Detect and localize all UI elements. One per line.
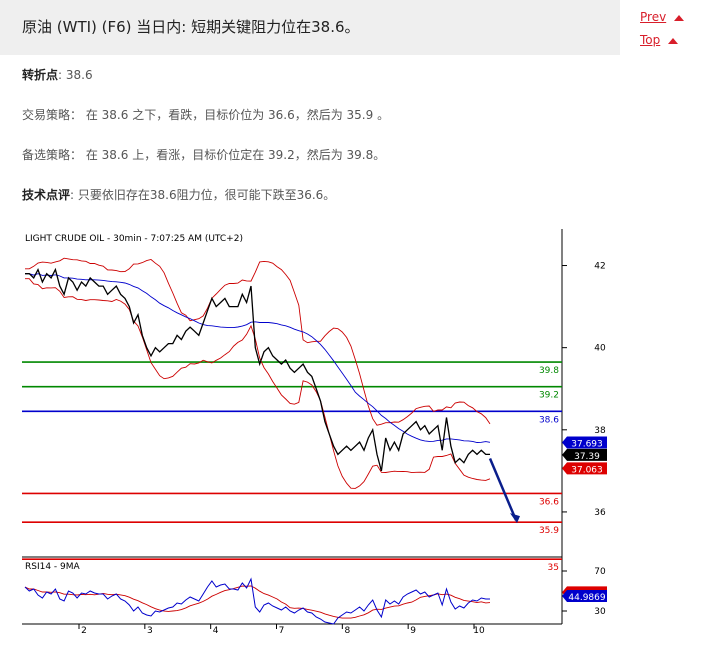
price-tag: 37.693 [562, 436, 607, 450]
alt-strategy-label: 备选策略： [22, 148, 83, 162]
y-tick-label: 42 [594, 262, 605, 272]
up-arrow-icon [668, 37, 679, 44]
prev-link[interactable]: Prev [640, 10, 685, 24]
comment-label: 技术点评 [22, 188, 71, 202]
top-label: Top [640, 33, 661, 47]
prev-label: Prev [640, 10, 667, 24]
up-arrow-icon [674, 14, 685, 21]
x-tick-label: 3 [147, 626, 153, 636]
y-tick-label: 40 [594, 344, 606, 354]
pivot-value: : 38.6 [58, 68, 93, 82]
price-tag: 37.39 [562, 448, 607, 462]
level-label: 38.6 [539, 415, 559, 425]
rsi-label: RSI14 - 9MA [25, 562, 81, 572]
comment-text: : 只要依旧存在38.6阻力位，很可能下跌至36.6。 [70, 188, 336, 202]
level-label: 35 [548, 563, 559, 573]
comment-line: 技术点评: 只要依旧存在38.6阻力位，很可能下跌至36.6。 [22, 186, 335, 203]
alt-strategy-text: 在 38.6 上，看涨，目标价位定在 39.2，然后为 39.8。 [85, 148, 386, 162]
pivot-line: 转折点: 38.6 [22, 66, 93, 83]
x-tick-label: 9 [410, 626, 416, 636]
strategy-line: 交易策略： 在 38.6 之下，看跌，目标价位为 36.6，然后为 35.9 。 [22, 106, 389, 123]
level-label: 36.6 [539, 497, 559, 507]
y-tick-label: 38 [594, 426, 606, 436]
x-tick-label: 4 [213, 626, 219, 636]
price-tag-text: 37.693 [571, 440, 603, 450]
level-label: 39.8 [539, 366, 559, 376]
rsi-tag-text: 44.9869 [568, 593, 605, 603]
alt-strategy-line: 备选策略： 在 38.6 上，看涨，目标价位定在 39.2，然后为 39.8。 [22, 146, 385, 163]
price-tag-text: 37.063 [571, 465, 603, 475]
x-tick-label: 7 [279, 626, 285, 636]
strategy-text: 在 38.6 之下，看跌，目标价位为 36.6，然后为 35.9 。 [85, 108, 390, 122]
price-chart: LIGHT CRUDE OIL - 30min - 7:07:25 AM (UT… [22, 229, 703, 644]
level-label: 39.2 [539, 391, 559, 401]
x-tick-label: 10 [473, 626, 485, 636]
rsi-y-tick-label: 30 [594, 607, 606, 617]
price-tag-text: 37.39 [574, 452, 600, 462]
page-title: 原油 (WTI) (F6) 当日内: 短期关键阻力位在38.6。 [22, 18, 360, 36]
pivot-label: 转折点 [22, 68, 59, 82]
rsi-y-tick-label: 70 [594, 567, 606, 577]
plot-background [22, 229, 562, 624]
rsi-tag: 44.9869 [562, 590, 607, 603]
y-tick-label: 36 [594, 508, 606, 518]
strategy-label: 交易策略： [22, 108, 83, 122]
top-link[interactable]: Top [640, 33, 679, 47]
x-tick-label: 2 [81, 626, 87, 636]
x-tick-label: 8 [344, 626, 350, 636]
chart-svg: LIGHT CRUDE OIL - 30min - 7:07:25 AM (UT… [22, 229, 607, 636]
chart-title: LIGHT CRUDE OIL - 30min - 7:07:25 AM (UT… [25, 234, 243, 244]
level-label: 35.9 [539, 526, 559, 536]
price-tag: 37.063 [562, 462, 607, 475]
